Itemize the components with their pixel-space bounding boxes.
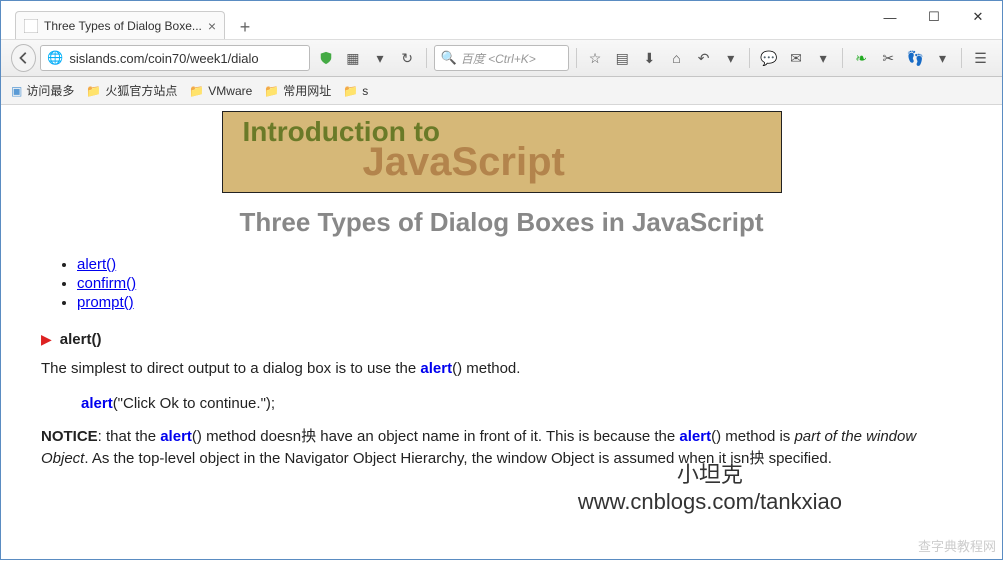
evernote-icon[interactable]: ❧ [850,45,873,71]
link-confirm[interactable]: confirm() [77,275,136,292]
window-controls: — ☐ ✕ [868,3,1000,31]
folder-icon: 📁 [86,84,101,98]
chevron-down-icon[interactable]: ▾ [719,45,742,71]
tab-active[interactable]: Three Types of Dialog Boxe... × [15,11,225,39]
code-line: alert("Click Ok to continue."); [81,395,962,412]
divider [749,48,750,68]
tab-favicon-icon [24,19,38,33]
page-content[interactable]: Introduction to JavaScript Three Types o… [1,105,1002,561]
bookmark-label: 火狐官方站点 [105,82,177,99]
globe-icon: 🌐 [47,50,63,66]
star-icon[interactable]: ☆ [584,45,607,71]
shield-icon[interactable] [314,45,337,71]
search-bar[interactable]: 🔍 百度 <Ctrl+K> [434,45,569,71]
text: : that the [98,428,161,445]
mail-icon[interactable]: ✉ [784,45,807,71]
marker-icon: ▶ [41,331,52,348]
close-window-button[interactable]: ✕ [956,3,1000,31]
bookmark-label: VMware [208,84,252,98]
folder-icon: 📁 [264,84,279,98]
qr-icon[interactable]: ▦ [341,45,364,71]
home-icon[interactable]: ⌂ [665,45,688,71]
paragraph: The simplest to direct output to a dialo… [41,358,962,381]
dropdown-icon[interactable]: ▾ [368,45,391,71]
toolbar: 🌐 ▦ ▾ ↻ 🔍 百度 <Ctrl+K> ☆ ▤ ⬇ ⌂ ↶ ▾ 💬 ✉ ▾ … [1,39,1002,77]
link-prompt[interactable]: prompt() [77,294,134,311]
tab-bar: Three Types of Dialog Boxe... × + [1,9,1002,39]
tab-close-icon[interactable]: × [208,18,216,34]
chevron-down-icon[interactable]: ▾ [931,45,954,71]
clip-icon[interactable]: ✂ [877,45,900,71]
search-placeholder: 百度 <Ctrl+K> [461,50,536,67]
maximize-button[interactable]: ☐ [912,3,956,31]
chevron-down-icon[interactable]: ▾ [812,45,835,71]
text: ("Click Ok to continue."); [113,395,275,412]
bookmark-common[interactable]: 📁 常用网址 [264,82,331,99]
footprint-icon[interactable]: 👣 [904,45,927,71]
text: () method is [711,428,794,445]
page-icon: ▣ [11,84,22,98]
folder-icon: 📁 [343,84,358,98]
menu-icon[interactable]: ☰ [969,45,992,71]
minimize-button[interactable]: — [868,3,912,31]
text: () method. [452,360,520,377]
chat-icon[interactable]: 💬 [757,45,780,71]
banner: Introduction to JavaScript [222,111,782,193]
bookmark-s[interactable]: 📁 s [343,84,368,98]
bookmark-firefox[interactable]: 📁 火狐官方站点 [86,82,177,99]
page-title: Three Types of Dialog Boxes in JavaScrip… [41,207,962,238]
bookmark-vmware[interactable]: 📁 VMware [189,84,252,98]
reload-button[interactable]: ↻ [396,45,419,71]
folder-icon: 📁 [189,84,204,98]
divider [576,48,577,68]
tab-title: Three Types of Dialog Boxe... [44,19,202,33]
bookmark-most-visited[interactable]: ▣ 访问最多 [11,82,74,99]
back-button[interactable] [11,44,36,72]
keyword: alert [160,428,192,445]
bookmark-label: 访问最多 [26,82,74,99]
bookmark-label: s [362,84,368,98]
text: () method doesn抰 have an object name in … [192,428,680,445]
divider [842,48,843,68]
download-icon[interactable]: ⬇ [638,45,661,71]
section-label: alert() [60,331,102,348]
pocket-icon[interactable]: ▤ [611,45,634,71]
paragraph: NOTICE: that the alert() method doesn抰 h… [41,426,962,471]
keyword: alert [679,428,711,445]
search-icon: 🔍 [441,50,457,66]
notice-label: NOTICE [41,428,98,445]
banner-line2: JavaScript [363,140,565,185]
divider [961,48,962,68]
keyword: alert [81,395,113,412]
section-heading-alert: ▶ alert() [41,331,962,348]
text: . As the top-level object in the Navigat… [84,450,832,467]
new-tab-button[interactable]: + [233,15,257,39]
bookmarks-bar: ▣ 访问最多 📁 火狐官方站点 📁 VMware 📁 常用网址 📁 s [1,77,1002,105]
undo-icon[interactable]: ↶ [692,45,715,71]
url-input[interactable] [69,51,303,66]
keyword: alert [420,360,452,377]
divider [426,48,427,68]
bookmark-label: 常用网址 [283,82,331,99]
text: The simplest to direct output to a dialo… [41,360,420,377]
link-alert[interactable]: alert() [77,256,116,273]
url-bar[interactable]: 🌐 [40,45,310,71]
titlebar [1,1,1002,9]
anchor-list: alert() confirm() prompt() [77,256,962,311]
